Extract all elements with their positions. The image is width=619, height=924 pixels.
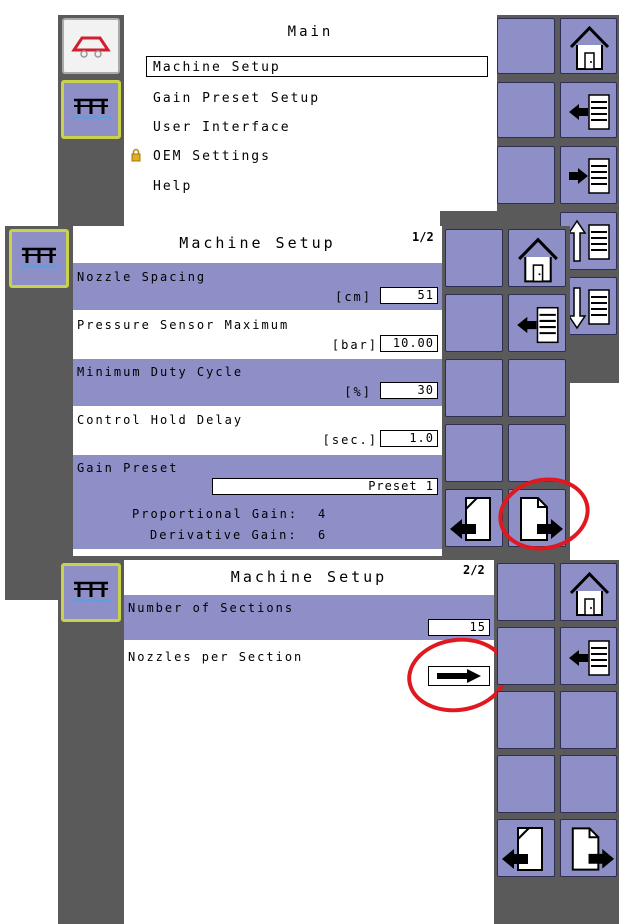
derivative-gain-label: Derivative Gain: xyxy=(150,528,298,542)
min-duty-cycle-field[interactable]: 30 xyxy=(380,382,438,399)
home-icon xyxy=(569,25,610,70)
page-forward-button[interactable] xyxy=(560,819,617,877)
blank-button[interactable] xyxy=(445,229,503,287)
page-back-icon xyxy=(450,497,491,541)
nozzle-setup-button[interactable] xyxy=(61,563,121,622)
boom-icon xyxy=(71,36,111,58)
page-back-button[interactable] xyxy=(445,489,503,547)
main-title: Main xyxy=(287,24,334,40)
back-list-icon xyxy=(569,94,610,130)
back-list-icon xyxy=(517,306,559,344)
blank-button[interactable] xyxy=(445,294,503,352)
forward-button[interactable] xyxy=(560,146,617,204)
blank-button[interactable] xyxy=(497,691,555,749)
setup1-title: Machine Setup xyxy=(179,234,336,252)
page-back-button[interactable] xyxy=(497,819,555,877)
back-button[interactable] xyxy=(508,294,566,352)
menu-item-help[interactable]: Help xyxy=(153,179,192,194)
menu-item-user-interface[interactable]: User Interface xyxy=(153,120,291,135)
boom-setup-button[interactable] xyxy=(62,18,120,74)
nozzle-row-icon xyxy=(71,581,112,604)
control-hold-delay-label: Control Hold Delay xyxy=(77,413,244,427)
nozzle-row-icon xyxy=(19,247,60,270)
nozzle-setup-button[interactable] xyxy=(9,229,69,288)
home-icon xyxy=(569,571,610,616)
home-button[interactable] xyxy=(560,18,617,74)
gain-preset-select[interactable]: Preset 1 xyxy=(212,478,438,495)
setup2-title: Machine Setup xyxy=(230,568,388,586)
nozzle-spacing-field[interactable]: 51 xyxy=(380,287,438,304)
home-button[interactable] xyxy=(560,563,617,621)
page-indicator: 1/2 xyxy=(412,230,434,244)
proportional-gain-label: Proportional Gain: xyxy=(132,507,299,521)
menu-item-gain-preset-setup[interactable]: Gain Preset Setup xyxy=(153,91,320,106)
page-forward-icon xyxy=(571,827,615,871)
proportional-gain-value: 4 xyxy=(318,507,328,521)
number-of-sections-label: Number of Sections xyxy=(128,601,295,615)
blank-button[interactable] xyxy=(445,424,503,482)
back-button[interactable] xyxy=(560,627,617,685)
pressure-sensor-max-field[interactable]: 10.00 xyxy=(380,335,438,352)
pressure-sensor-max-unit: [bar] xyxy=(331,338,378,352)
blank-button[interactable] xyxy=(497,146,555,204)
blank-button[interactable] xyxy=(445,359,503,417)
setup1-panel-bottom xyxy=(73,550,442,556)
nozzles-per-section-label: Nozzles per Section xyxy=(128,650,304,664)
nozzle-spacing-label: Nozzle Spacing xyxy=(77,270,207,284)
gain-preset-label: Gain Preset xyxy=(77,461,179,475)
blank-button[interactable] xyxy=(560,691,617,749)
number-of-sections-field[interactable]: 15 xyxy=(428,619,490,636)
blank-button[interactable] xyxy=(560,755,617,813)
blank-button[interactable] xyxy=(497,755,555,813)
lock-icon xyxy=(131,148,141,162)
blank-button[interactable] xyxy=(497,627,555,685)
forward-list-icon xyxy=(569,158,610,194)
back-list-icon xyxy=(569,640,610,676)
blank-button[interactable] xyxy=(508,424,566,482)
home-icon xyxy=(518,237,558,283)
min-duty-cycle-unit: [%] xyxy=(344,385,372,399)
nozzle-setup-button[interactable] xyxy=(61,80,121,139)
back-button[interactable] xyxy=(560,82,617,138)
min-duty-cycle-label: Minimum Duty Cycle xyxy=(77,365,244,379)
blank-button[interactable] xyxy=(497,18,555,74)
control-hold-delay-field[interactable]: 1.0 xyxy=(380,430,438,447)
blank-button[interactable] xyxy=(497,563,555,621)
pressure-sensor-max-label: Pressure Sensor Maximum xyxy=(77,318,290,332)
control-hold-delay-unit: [sec.] xyxy=(322,433,378,447)
blank-button[interactable] xyxy=(508,359,566,417)
derivative-gain-value: 6 xyxy=(318,528,328,542)
nozzle-spacing-unit: [cm] xyxy=(335,290,372,304)
blank-button[interactable] xyxy=(497,82,555,138)
menu-item-oem-settings[interactable]: OEM Settings xyxy=(153,149,271,164)
page-indicator: 2/2 xyxy=(463,563,485,577)
page-back-icon xyxy=(502,827,543,871)
nozzle-row-icon xyxy=(71,98,112,121)
home-button[interactable] xyxy=(508,229,566,287)
menu-item-machine-setup[interactable]: Machine Setup xyxy=(146,56,488,77)
